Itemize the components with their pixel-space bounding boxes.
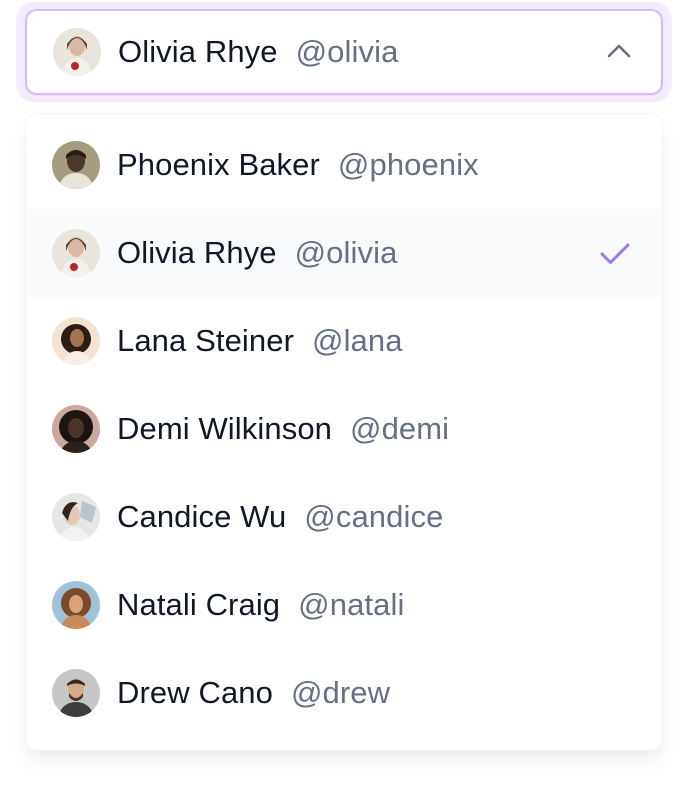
user-select: Olivia Rhye @olivia Phoenix Baker @phoen… <box>0 0 688 800</box>
check-icon <box>598 236 632 270</box>
user-option-name: Demi Wilkinson <box>117 411 332 446</box>
avatar <box>52 493 100 541</box>
user-option-handle: @lana <box>312 323 403 358</box>
user-option-name: Phoenix Baker <box>117 147 320 182</box>
avatar <box>52 141 100 189</box>
selected-user-handle: @olivia <box>295 34 399 69</box>
user-option-demi[interactable]: Demi Wilkinson @demi <box>26 385 662 473</box>
user-option-handle: @phoenix <box>337 147 479 182</box>
user-option-phoenix[interactable]: Phoenix Baker @phoenix <box>26 121 662 209</box>
user-option-olivia[interactable]: Olivia Rhye @olivia <box>26 209 662 297</box>
user-option-handle: @drew <box>290 675 391 710</box>
user-option-candice[interactable]: Candice Wu @candice <box>26 473 662 561</box>
avatar <box>52 581 100 629</box>
avatar <box>53 28 101 76</box>
user-option-name: Olivia Rhye <box>117 235 277 270</box>
user-option-handle: @natali <box>298 587 405 622</box>
avatar <box>52 229 100 277</box>
user-option-handle: @candice <box>304 499 444 534</box>
chevron-up-icon <box>605 38 633 66</box>
user-option-handle: @demi <box>350 411 450 446</box>
avatar <box>52 669 100 717</box>
user-option-lana[interactable]: Lana Steiner @lana <box>26 297 662 385</box>
user-select-trigger[interactable]: Olivia Rhye @olivia <box>25 9 663 95</box>
selected-user-name: Olivia Rhye <box>118 34 278 69</box>
user-option-handle: @olivia <box>294 235 398 270</box>
user-option-name: Drew Cano <box>117 675 273 710</box>
user-dropdown-menu: Phoenix Baker @phoenix Olivia Rhye @oliv… <box>25 113 663 751</box>
user-option-name: Candice Wu <box>117 499 287 534</box>
user-option-drew[interactable]: Drew Cano @drew <box>26 649 662 737</box>
avatar <box>52 317 100 365</box>
selected-user: Olivia Rhye @olivia <box>53 28 605 76</box>
user-option-name: Natali Craig <box>117 587 281 622</box>
user-option-name: Lana Steiner <box>117 323 294 358</box>
user-option-natali[interactable]: Natali Craig @natali <box>26 561 662 649</box>
avatar <box>52 405 100 453</box>
